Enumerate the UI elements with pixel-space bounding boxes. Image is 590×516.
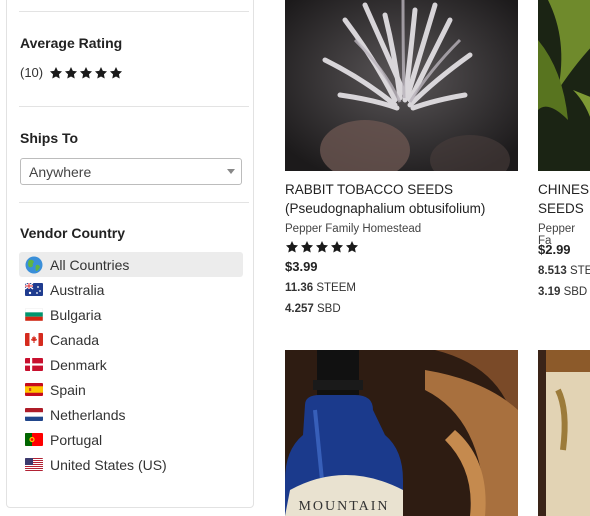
vendor-country-label: Bulgaria [50, 306, 102, 323]
product-price: $3.99 [285, 259, 318, 274]
flag-australia-icon [25, 283, 50, 296]
steem-unit: STEEM [316, 282, 356, 294]
star-icon [109, 66, 123, 80]
star-icon [300, 240, 314, 254]
divider [19, 11, 249, 12]
product-title-line: RABBIT TOBACCO SEEDS [285, 182, 454, 197]
vendor-country-option[interactable]: All Countries [19, 252, 243, 277]
star-icon [285, 240, 299, 254]
vendor-country-title: Vendor Country [20, 225, 126, 241]
ships-to-value: Anywhere [29, 163, 92, 180]
flag-bulgaria-icon [25, 308, 50, 321]
vendor-country-label: United States (US) [50, 456, 167, 473]
star-icon [64, 66, 78, 80]
sbd-amount: 4.257 [285, 303, 314, 315]
product-price-sbd: 4.257 SBD [285, 303, 341, 315]
vendor-country-label: Canada [50, 331, 100, 348]
product-title-line: (Pseudognaphalium obtusifolium) [285, 201, 486, 216]
product-title-line: SEEDS [538, 201, 584, 216]
flag-portugal-icon [25, 433, 50, 446]
rating-filter[interactable]: (10) [20, 65, 123, 80]
ships-to-select[interactable]: Anywhere [20, 158, 242, 185]
product-title[interactable]: CHINESE SEEDS [538, 180, 590, 218]
star-icon [49, 66, 63, 80]
flag-canada-icon [25, 333, 50, 346]
vendor-country-option[interactable]: Spain [19, 377, 243, 402]
star-icon [345, 240, 359, 254]
product-image-rabbit-tobacco[interactable] [285, 0, 518, 171]
product-price-steem: 8.513 STEEM [538, 265, 590, 277]
steem-amount: 8.513 [538, 265, 567, 277]
star-icon [330, 240, 344, 254]
vendor-country-option[interactable]: United States (US) [19, 452, 243, 477]
flag-netherlands-icon [25, 408, 50, 421]
product-title[interactable]: RABBIT TOBACCO SEEDS (Pseudognaphalium o… [285, 180, 517, 218]
rating-count: (10) [20, 65, 44, 80]
flag-us-icon [25, 458, 50, 471]
vendor-country-option[interactable]: Bulgaria [19, 302, 243, 327]
sbd-unit: SBD [316, 303, 341, 315]
average-rating-title: Average Rating [20, 35, 123, 51]
product-image-mountain-jewel[interactable]: MOUNTAIN [285, 350, 518, 516]
sbd-amount: 3.19 [538, 286, 561, 298]
star-icon [79, 66, 93, 80]
rating-stars [49, 66, 123, 80]
vendor-country-label: Spain [50, 381, 86, 398]
vendor-country-option[interactable]: Denmark [19, 352, 243, 377]
vendor-country-label: All Countries [50, 256, 130, 273]
divider [19, 202, 249, 203]
product-price: $2.99 [538, 242, 571, 257]
flag-denmark-icon [25, 358, 50, 371]
globe-icon [25, 256, 50, 274]
flag-spain-icon [25, 383, 50, 396]
vendor-country-label: Australia [50, 281, 105, 298]
vendor-country-label: Denmark [50, 356, 107, 373]
steem-unit: STEEM [569, 265, 590, 277]
vendor-country-option[interactable]: Australia [19, 277, 243, 302]
vendor-country-option[interactable]: Portugal [19, 427, 243, 452]
vendor-country-list: All Countries Australia Bulgaria Canada Denm… [19, 252, 243, 477]
product-title-line: CHINESE [538, 182, 590, 197]
product-vendor[interactable]: Pepper Family Homestead [285, 223, 421, 235]
product-price-steem: 11.36 STEEM [285, 282, 356, 294]
vendor-country-option[interactable]: Canada [19, 327, 243, 352]
vendor-country-label: Portugal [50, 431, 103, 448]
product-rating-stars [285, 240, 359, 254]
product-image-4[interactable] [538, 350, 590, 516]
sbd-unit: SBD [563, 286, 588, 298]
chevron-down-icon [227, 169, 235, 174]
vendor-country-option[interactable]: Netherlands [19, 402, 243, 427]
product-price-sbd: 3.19 SBD [538, 286, 587, 298]
vendor-country-label: Netherlands [50, 406, 126, 423]
product-image-chinese-seeds[interactable] [538, 0, 590, 171]
steem-amount: 11.36 [285, 282, 314, 294]
ships-to-title: Ships To [20, 130, 79, 146]
star-icon [94, 66, 108, 80]
filter-sidebar: Average Rating (10) Ships To Anywhere Ve… [6, 0, 254, 508]
bottle-label-text: MOUNTAIN [298, 499, 389, 514]
star-icon [315, 240, 329, 254]
divider [19, 106, 249, 107]
